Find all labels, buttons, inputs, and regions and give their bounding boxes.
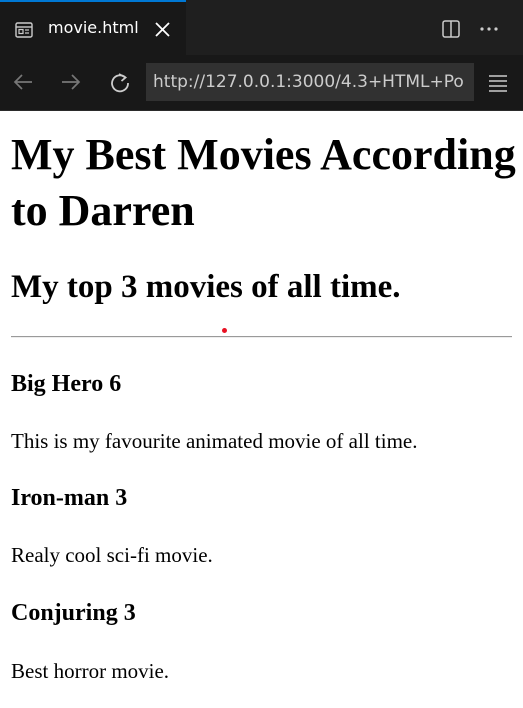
movie-title: Big Hero 6 — [11, 371, 122, 397]
split-editor-icon[interactable] — [441, 19, 461, 39]
page-content: My Best Movies According to Darren My to… — [0, 111, 523, 708]
hamburger-menu-icon[interactable] — [487, 72, 509, 94]
more-actions-icon[interactable] — [479, 19, 499, 39]
tab-movie-html[interactable]: movie.html — [0, 0, 186, 55]
cursor-dot — [222, 328, 227, 333]
movie-title: Conjuring 3 — [11, 600, 136, 626]
browser-toolbar — [0, 55, 523, 111]
url-input[interactable] — [146, 63, 474, 101]
back-arrow-icon[interactable] — [11, 70, 35, 94]
forward-arrow-icon[interactable] — [59, 70, 83, 94]
tab-bar: movie.html — [0, 0, 523, 55]
movie-description: This is my favourite animated movie of a… — [11, 429, 418, 453]
close-icon[interactable] — [154, 21, 171, 38]
movie-title: Iron-man 3 — [11, 485, 128, 511]
reload-icon[interactable] — [108, 70, 132, 94]
horizontal-rule — [11, 336, 512, 338]
movie-description: Realy cool sci-fi movie. — [11, 543, 213, 567]
tab-title: movie.html — [48, 18, 139, 37]
page-title: My Best Movies According to Darren — [11, 130, 516, 235]
preview-file-icon — [14, 20, 34, 40]
page-subtitle: My top 3 movies of all time. — [11, 269, 401, 305]
movie-description: Best horror movie. — [11, 659, 170, 683]
